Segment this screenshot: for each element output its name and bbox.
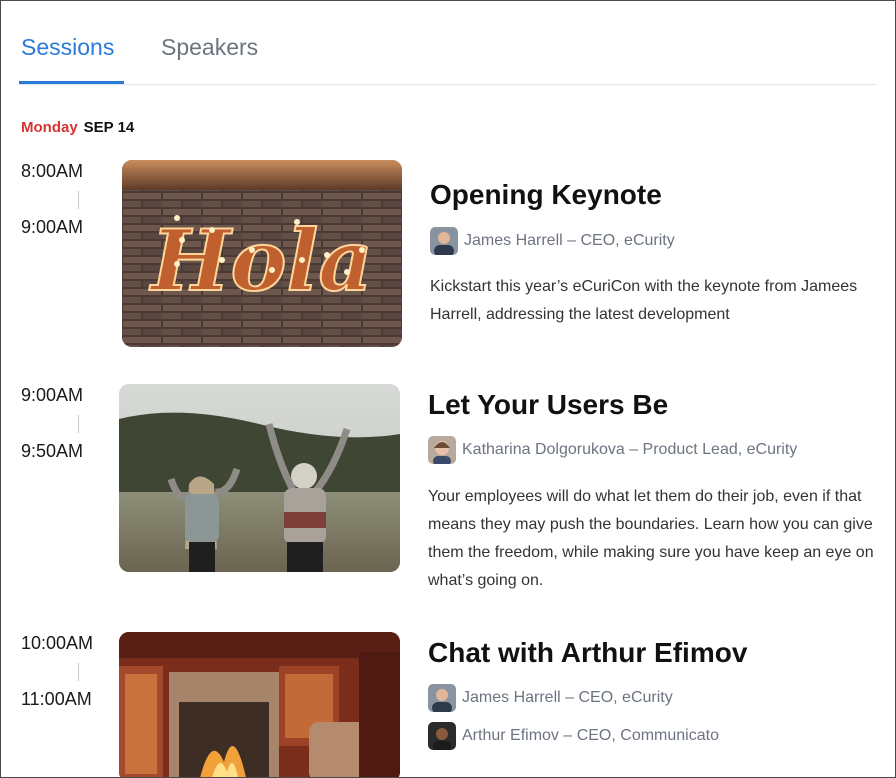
- session-description: Your employees will do what let them do …: [428, 488, 874, 589]
- session-thumbnail[interactable]: Hola: [122, 160, 402, 347]
- speaker-avatar: [430, 227, 458, 255]
- weekday-label: Monday: [21, 119, 78, 136]
- session-start-time: 10:00AM: [21, 633, 94, 653]
- session-start-time: 9:00AM: [21, 385, 84, 405]
- time-connector: [78, 663, 79, 681]
- session-title[interactable]: Chat with Arthur Efimov: [428, 637, 747, 669]
- date-header: Monday SEP 14: [21, 119, 134, 136]
- svg-text:Hola: Hola: [149, 211, 373, 310]
- speaker-avatar: [428, 684, 456, 712]
- session-speaker[interactable]: Katharina Dolgorukova – Product Lead, eC…: [428, 436, 797, 464]
- session-speaker[interactable]: James Harrell – CEO, eCurity: [430, 227, 675, 255]
- session-thumbnail[interactable]: [119, 632, 400, 777]
- speaker-name: Arthur Efimov – CEO, Communicato: [462, 727, 719, 744]
- speaker-avatar: [428, 722, 456, 750]
- session-description: Kickstart this year’s eCuriCon with the …: [430, 278, 858, 323]
- tab-sessions[interactable]: Sessions: [21, 34, 114, 61]
- app-frame: Sessions Speakers Monday SEP 14 8:00AM 9:…: [0, 0, 896, 778]
- speaker-avatar: [428, 436, 456, 464]
- time-connector: [78, 191, 79, 209]
- session-end-time: 9:00AM: [21, 217, 84, 237]
- fireplace-room-image: [119, 632, 400, 777]
- session-title[interactable]: Let Your Users Be: [428, 389, 668, 421]
- session-speaker[interactable]: James Harrell – CEO, eCurity: [428, 684, 673, 712]
- speaker-name: James Harrell – CEO, eCurity: [464, 232, 675, 249]
- active-tab-indicator: [19, 81, 124, 84]
- session-speaker[interactable]: Arthur Efimov – CEO, Communicato: [428, 722, 719, 750]
- session-thumbnail[interactable]: [119, 384, 400, 572]
- session-title[interactable]: Opening Keynote: [430, 179, 662, 211]
- speaker-name: James Harrell – CEO, eCurity: [462, 689, 673, 706]
- tab-bar: Sessions Speakers: [19, 1, 877, 85]
- tab-speakers[interactable]: Speakers: [161, 34, 258, 61]
- session-start-time: 8:00AM: [21, 161, 84, 181]
- session-end-time: 9:50AM: [21, 441, 84, 461]
- hola-sign-image: Hola: [122, 160, 402, 347]
- session-end-time: 11:00AM: [21, 689, 92, 709]
- people-at-lake-image: [119, 384, 400, 572]
- speaker-name: Katharina Dolgorukova – Product Lead, eC…: [462, 441, 798, 458]
- time-connector: [78, 415, 79, 433]
- month-day-label: SEP 14: [83, 119, 135, 136]
